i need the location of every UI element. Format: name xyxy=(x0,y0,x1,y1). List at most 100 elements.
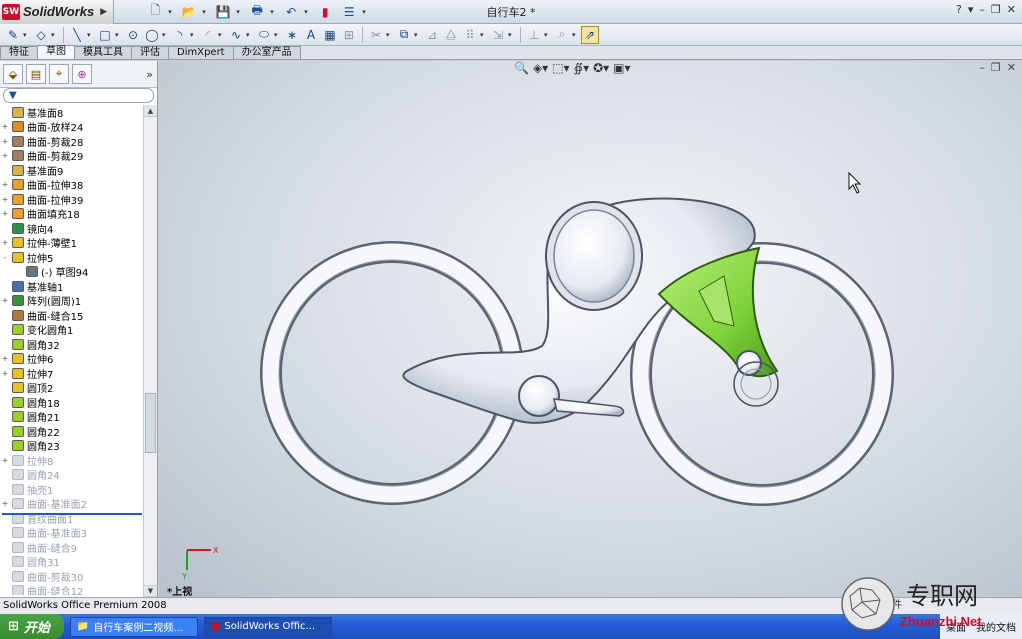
expand-icon[interactable]: + xyxy=(0,195,10,204)
pattern-dropdown-icon[interactable]: ▾ xyxy=(480,31,488,39)
tree-item[interactable]: 曲面-缝合12 xyxy=(0,584,144,595)
expand-icon[interactable]: + xyxy=(0,151,10,160)
tree-item[interactable]: 曲面-缝合15 xyxy=(0,308,144,323)
expand-icon[interactable]: + xyxy=(0,180,10,189)
tree-item[interactable]: + 拉伸7 xyxy=(0,366,144,381)
rollback-bar[interactable] xyxy=(2,513,142,515)
arc-dropdown-icon[interactable]: ▾ xyxy=(190,31,198,39)
tree-item[interactable]: (-) 草图94 xyxy=(0,265,144,279)
move-entities-icon[interactable]: ⇲ xyxy=(489,26,507,44)
tree-item[interactable]: 圆角24 xyxy=(0,468,144,482)
undo-dropdown-icon[interactable]: ▾ xyxy=(304,8,312,16)
tree-item[interactable]: + 曲面-剪裁29 xyxy=(0,149,144,163)
tree-item[interactable]: 圆顶2 xyxy=(0,381,144,395)
line-dropdown-icon[interactable]: ▾ xyxy=(87,31,95,39)
expand-icon[interactable]: + xyxy=(0,209,10,218)
print-icon[interactable]: 🖶 xyxy=(246,2,268,22)
dimension-dropdown-icon[interactable]: ▾ xyxy=(51,31,59,39)
taskbar-task[interactable]: ■ SolidWorks Offic... xyxy=(203,616,332,637)
circle-icon[interactable]: ◯ xyxy=(143,26,161,44)
tree-filter-input[interactable]: ▼ xyxy=(3,88,154,103)
tree-item[interactable]: 曲面-剪裁30 xyxy=(0,569,144,584)
options-dropdown-icon[interactable]: ▾ xyxy=(362,8,370,16)
graphics-area[interactable]: 🔍 ◈▾ ⬚▾ ∯▾ ✪▾ ▣▾ – ❐ ✕ X Y *上视 xyxy=(159,61,1022,597)
tree-item[interactable]: + 曲面填充18 xyxy=(0,207,144,221)
trim-icon[interactable]: ✂ xyxy=(367,26,385,44)
rectangle-icon[interactable]: □ xyxy=(96,26,114,44)
repair-sketch-icon[interactable]: ⌕ xyxy=(553,26,571,44)
offset-icon[interactable]: ⧉ xyxy=(395,26,413,44)
tree-item[interactable]: 镜向4 xyxy=(0,221,144,236)
options-icon[interactable]: ☰ xyxy=(338,2,360,22)
rebuild-icon[interactable]: ▮ xyxy=(314,2,336,22)
text-icon[interactable]: A xyxy=(302,26,320,44)
linear-pattern-icon[interactable]: ⠿ xyxy=(461,26,479,44)
more-tabs-icon[interactable]: » xyxy=(146,68,153,81)
help-dropdown-icon[interactable]: ▾ xyxy=(968,3,974,16)
ellipse-icon[interactable]: ⬭ xyxy=(255,26,273,44)
tree-item[interactable]: 曲面-基准面3 xyxy=(0,526,144,540)
tree-item[interactable]: + 阵列(圆周)1 xyxy=(0,294,144,308)
undo-icon[interactable]: ↶ xyxy=(280,2,302,22)
save-dropdown-icon[interactable]: ▾ xyxy=(236,8,244,16)
move-dropdown-icon[interactable]: ▾ xyxy=(508,31,516,39)
scroll-down-icon[interactable]: ▼ xyxy=(144,585,157,597)
ellipse-dropdown-icon[interactable]: ▾ xyxy=(274,31,282,39)
tree-item[interactable]: 基准轴1 xyxy=(0,279,144,294)
trim-dropdown-icon[interactable]: ▾ xyxy=(386,31,394,39)
tree-item[interactable]: + 拉伸8 xyxy=(0,453,144,468)
line-icon[interactable]: ╲ xyxy=(68,26,86,44)
help-icon[interactable]: ? xyxy=(956,3,962,16)
relations-dropdown-icon[interactable]: ▾ xyxy=(544,31,552,39)
tree-scrollbar[interactable]: ▲ ▼ xyxy=(143,105,157,597)
tree-item[interactable]: + 拉伸-薄壁1 xyxy=(0,236,144,250)
fillet-sketch-icon[interactable]: ◜ xyxy=(199,26,217,44)
expand-icon[interactable]: + xyxy=(0,122,10,131)
plane-icon[interactable]: ▦ xyxy=(321,26,339,44)
expand-icon[interactable]: + xyxy=(0,369,10,378)
expand-icon[interactable]: + xyxy=(0,354,10,363)
fillet-dropdown-icon[interactable]: ▾ xyxy=(218,31,226,39)
tree-item[interactable]: + 曲面-基准面2 xyxy=(0,497,144,511)
slot-icon[interactable]: ⊙ xyxy=(124,26,142,44)
circle-dropdown-icon[interactable]: ▾ xyxy=(162,31,170,39)
tree-item[interactable]: 基准面8 xyxy=(0,105,144,120)
tree-item[interactable]: + 曲面-放样24 xyxy=(0,120,144,134)
tab-5[interactable]: 办公室产品 xyxy=(232,46,301,59)
tree-item[interactable]: 圆角32 xyxy=(0,337,144,352)
tab-0[interactable]: 特征 xyxy=(0,46,38,59)
collapse-icon[interactable]: - xyxy=(0,253,10,262)
tree-item[interactable]: + 拉伸6 xyxy=(0,352,144,366)
expand-icon[interactable]: + xyxy=(0,296,10,305)
scroll-up-icon[interactable]: ▲ xyxy=(144,105,157,117)
minimize-icon[interactable]: – xyxy=(979,3,985,16)
tree-item[interactable]: 圆角21 xyxy=(0,410,144,424)
tree-item[interactable]: - 拉伸5 xyxy=(0,250,144,265)
display-relations-icon[interactable]: ⊥ xyxy=(525,26,543,44)
instant3d-icon[interactable]: ⇗ xyxy=(581,25,599,44)
tree-item[interactable]: 圆角22 xyxy=(0,424,144,439)
dimxpert-tab-icon[interactable]: ⊕ xyxy=(72,64,92,84)
expand-icon[interactable]: + xyxy=(0,238,10,247)
tree-item[interactable]: + 曲面-拉伸39 xyxy=(0,192,144,207)
close-icon[interactable]: ✕ xyxy=(1007,3,1016,16)
open-dropdown-icon[interactable]: ▾ xyxy=(202,8,210,16)
grid-icon[interactable]: ⊞ xyxy=(340,26,358,44)
tab-1[interactable]: 草图 xyxy=(37,45,75,59)
solidworks-menu-button[interactable]: SW SolidWorks ▶ xyxy=(0,0,115,24)
restore-icon[interactable]: ❐ xyxy=(991,3,1001,16)
scroll-thumb[interactable] xyxy=(145,393,156,453)
convert-entities-icon[interactable]: ⊿ xyxy=(423,26,441,44)
tab-2[interactable]: 模具工具 xyxy=(74,46,132,59)
sketch-icon[interactable]: ✎ xyxy=(4,26,22,44)
smart-dimension-icon[interactable]: ◇ xyxy=(32,26,50,44)
offset-dropdown-icon[interactable]: ▾ xyxy=(414,31,422,39)
sketch-dropdown-icon[interactable]: ▾ xyxy=(23,31,31,39)
open-folder-icon[interactable]: 📂 xyxy=(178,2,200,22)
print-dropdown-icon[interactable]: ▾ xyxy=(270,8,278,16)
rectangle-dropdown-icon[interactable]: ▾ xyxy=(115,31,123,39)
start-button[interactable]: ⊞ 开始 xyxy=(0,614,64,639)
tree-item[interactable]: 曲面-缝合9 xyxy=(0,540,144,555)
mirror-icon[interactable]: ⧋ xyxy=(442,26,460,44)
new-dropdown-icon[interactable]: ▾ xyxy=(168,8,176,16)
